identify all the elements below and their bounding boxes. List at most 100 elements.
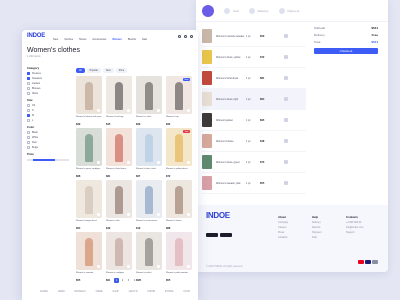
nav-item[interactable]: Shoes (79, 38, 86, 41)
heart-icon[interactable] (97, 161, 100, 164)
page-button[interactable]: 3 (126, 278, 131, 283)
product-image[interactable] (106, 232, 132, 270)
filter-option[interactable]: Black (27, 131, 69, 134)
heart-icon[interactable] (157, 109, 160, 112)
delete-icon[interactable] (284, 118, 288, 122)
delete-icon[interactable] (284, 76, 288, 80)
filter-option[interactable]: Jackets (27, 82, 69, 85)
filter-option[interactable]: Sweaters (27, 77, 69, 80)
google-play-button[interactable] (220, 233, 232, 237)
sort-chip[interactable]: Popular (86, 67, 101, 73)
product-image[interactable]: Sale (166, 128, 192, 166)
item-thumbnail[interactable] (202, 71, 212, 85)
checkbox[interactable] (27, 92, 30, 95)
footer-link[interactable]: +1 800 000 00 (346, 221, 370, 224)
delete-icon[interactable] (284, 160, 288, 164)
cart-item[interactable]: Women's sweater, pink 1 pc $55 (202, 173, 306, 194)
price-range-slider[interactable] (27, 159, 69, 161)
footer-link[interactable]: Careers (278, 226, 302, 229)
footer-link[interactable]: Support (346, 231, 370, 234)
nav-item[interactable]: Accessories (92, 38, 106, 41)
nav-item[interactable]: Brands (128, 38, 136, 41)
step-cart[interactable]: Cart (224, 7, 239, 14)
footer-link[interactable]: Contacts (278, 236, 302, 239)
filter-option[interactable]: M (27, 114, 69, 117)
heart-icon[interactable] (187, 161, 190, 164)
product-image[interactable] (136, 128, 162, 166)
product-card[interactable]: Women's jacket $95 (136, 232, 162, 282)
checkbox[interactable] (27, 114, 30, 117)
filter-option[interactable]: L (27, 119, 69, 122)
cart-item[interactable]: Women's dress, light 1 pc $64 (202, 89, 306, 110)
delete-icon[interactable] (284, 181, 288, 185)
product-image[interactable] (136, 232, 162, 270)
delete-icon[interactable] (284, 34, 288, 38)
product-card[interactable]: Women's t-shirt $29 (136, 76, 162, 126)
checkbox[interactable] (27, 131, 30, 134)
item-thumbnail[interactable] (202, 134, 212, 148)
product-card[interactable]: Women's cardigan $61 (106, 232, 132, 282)
checkbox[interactable] (27, 104, 30, 107)
product-card[interactable]: Women's blue t-shirt $27 (136, 128, 162, 178)
checkbox[interactable] (27, 82, 30, 85)
page-button[interactable]: 4 (132, 278, 137, 283)
page-button[interactable]: 5 (138, 278, 143, 283)
delete-icon[interactable] (284, 55, 288, 59)
product-card[interactable]: New Women's top $32 (166, 76, 192, 126)
heart-icon[interactable] (187, 109, 190, 112)
sort-chip[interactable]: All (76, 67, 85, 73)
filter-option[interactable]: Red (27, 141, 69, 144)
product-card[interactable]: Sale Women's yellow dress $72 (166, 128, 192, 178)
product-image[interactable] (76, 180, 102, 218)
cart-item[interactable]: Women's jacket 1 pc $95 (202, 110, 306, 131)
heart-icon[interactable] (157, 161, 160, 164)
product-card[interactable]: Women's shoes $88 (166, 180, 192, 230)
product-card[interactable]: Women's floral dress $81 (106, 128, 132, 178)
product-card[interactable]: Women's knit bag $45 (106, 76, 132, 126)
product-image[interactable] (166, 232, 192, 270)
checkbox[interactable] (27, 119, 30, 122)
heart-icon[interactable] (97, 265, 100, 268)
cart-icon[interactable] (190, 34, 193, 38)
checkout-button[interactable]: Checkout (314, 48, 378, 54)
heart-icon[interactable] (187, 213, 190, 216)
delete-icon[interactable] (284, 97, 288, 101)
item-thumbnail[interactable] (202, 176, 212, 190)
product-card[interactable]: Women's sweater $55 (76, 232, 102, 282)
nav-item[interactable]: Women (112, 38, 121, 41)
filter-option[interactable]: Skirts (27, 92, 69, 95)
cart-item[interactable]: Women's oversize sweater 1 pc $59 (202, 26, 306, 47)
checkbox[interactable] (27, 77, 30, 80)
cart-item[interactable]: Women's dress, yellow 1 pc $72 (202, 47, 306, 68)
page-button[interactable]: 1 (114, 278, 119, 283)
product-card[interactable]: Women's skirt $49 (106, 180, 132, 230)
heart-icon[interactable] (127, 109, 130, 112)
step-delivery[interactable]: Delivery (248, 7, 269, 14)
item-thumbnail[interactable] (202, 50, 212, 64)
product-image[interactable] (76, 76, 102, 114)
sort-chip[interactable]: Price (115, 67, 128, 73)
heart-icon[interactable] (187, 265, 190, 268)
heart-icon[interactable] (127, 213, 130, 216)
product-card[interactable]: Women's beige dress $64 (76, 180, 102, 230)
product-card[interactable]: Women's pink sweater $55 (166, 232, 192, 282)
item-thumbnail[interactable] (202, 29, 212, 43)
delete-icon[interactable] (284, 139, 288, 143)
footer-link[interactable]: Delivery (312, 221, 336, 224)
cart-item[interactable]: Women's blouse 1 pc $48 (202, 131, 306, 152)
product-card[interactable]: Women's accessories $19 (136, 180, 162, 230)
product-image[interactable] (76, 128, 102, 166)
heart-icon[interactable] (127, 265, 130, 268)
product-image[interactable] (106, 128, 132, 166)
checkbox[interactable] (27, 146, 30, 149)
product-card[interactable]: Women's green cardigan $68 (76, 128, 102, 178)
search-icon[interactable] (178, 34, 181, 38)
product-image[interactable] (106, 180, 132, 218)
filter-option[interactable]: White (27, 136, 69, 139)
heart-icon[interactable] (184, 34, 187, 38)
avatar[interactable] (202, 4, 214, 17)
product-image[interactable] (136, 180, 162, 218)
heart-icon[interactable] (97, 109, 100, 112)
filter-option[interactable]: S (27, 109, 69, 112)
sort-chip[interactable]: New (102, 67, 114, 73)
